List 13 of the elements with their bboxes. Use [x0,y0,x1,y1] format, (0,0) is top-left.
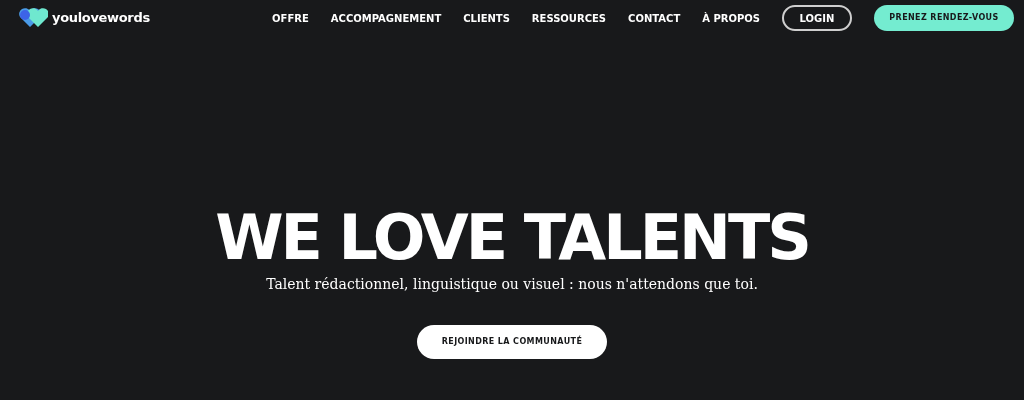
login-button[interactable]: LOGIN [782,5,852,31]
join-community-button[interactable]: REJOINDRE LA COMMUNAUTÉ [417,325,607,359]
appointment-button[interactable]: PRENEZ RENDEZ-VOUS [874,5,1014,31]
nav-link[interactable]: CONTACT [628,10,681,26]
logo-text[interactable]: youlovewords [52,8,150,28]
nav-link[interactable]: OFFRE [272,10,309,26]
nav-link[interactable]: À PROPOS [702,10,760,26]
nav-link[interactable]: RESSOURCES [531,10,607,26]
hearts-logo-icon [16,8,48,28]
hero-subtitle: Talent rédactionnel, linguistique ou visuel : nous n'attendons que toi. [266,275,758,294]
nav-link[interactable]: ACCOMPAGNEMENT [330,10,442,26]
hero-title: WE LOVE TALENTS [215,204,809,272]
nav-link[interactable]: CLIENTS [463,10,510,26]
